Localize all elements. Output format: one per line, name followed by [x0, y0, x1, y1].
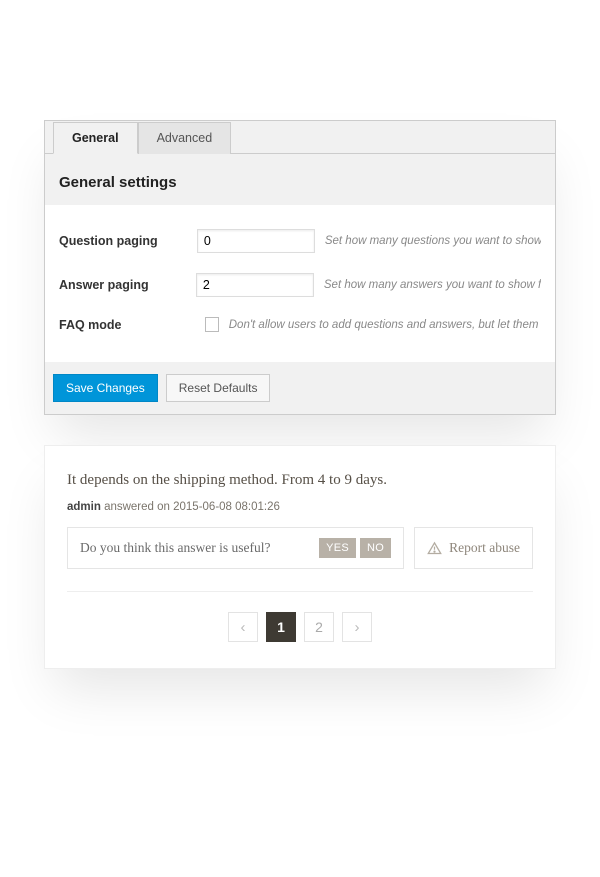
- tab-advanced[interactable]: Advanced: [138, 122, 232, 154]
- row-faq-mode: FAQ mode Don't allow users to add questi…: [59, 307, 541, 342]
- answer-timestamp: 2015-06-08 08:01:26: [173, 501, 280, 513]
- pager: ‹ 1 2 ›: [67, 612, 533, 642]
- save-button[interactable]: Save Changes: [53, 374, 158, 402]
- vote-yes-button[interactable]: YES: [319, 538, 356, 558]
- answer-card: It depends on the shipping method. From …: [44, 445, 556, 669]
- vote-no-button[interactable]: NO: [360, 538, 391, 558]
- answer-meta: admin answered on 2015-06-08 08:01:26: [67, 501, 533, 513]
- chevron-right-icon: ›: [355, 619, 360, 636]
- pager-page-1[interactable]: 1: [266, 612, 296, 642]
- pager-page-2[interactable]: 2: [304, 612, 334, 642]
- answer-author: admin: [67, 501, 101, 513]
- pager-prev[interactable]: ‹: [228, 612, 258, 642]
- label-faq-mode: FAQ mode: [59, 318, 195, 332]
- row-answer-paging: Answer paging Set how many answers you w…: [59, 263, 541, 307]
- input-question-paging[interactable]: [197, 229, 315, 253]
- input-answer-paging[interactable]: [196, 273, 314, 297]
- feedback-row: Do you think this answer is useful? YES …: [67, 527, 533, 569]
- report-label: Report abuse: [449, 540, 520, 556]
- feedback-question: Do you think this answer is useful?: [80, 540, 270, 556]
- label-question-paging: Question paging: [59, 234, 187, 248]
- reset-button[interactable]: Reset Defaults: [166, 374, 271, 402]
- hint-question-paging: Set how many questions you want to show …: [325, 235, 541, 247]
- settings-panel: General Advanced General settings Questi…: [44, 120, 556, 415]
- label-answer-paging: Answer paging: [59, 278, 186, 292]
- feedback-box: Do you think this answer is useful? YES …: [67, 527, 404, 569]
- row-question-paging: Question paging Set how many questions y…: [59, 219, 541, 263]
- divider: [67, 591, 533, 592]
- tab-general[interactable]: General: [53, 122, 138, 154]
- hint-answer-paging: Set how many answers you want to show fo…: [324, 279, 541, 291]
- section-title: General settings: [45, 154, 555, 205]
- warning-icon: [427, 541, 442, 556]
- checkbox-faq-mode[interactable]: [205, 317, 218, 332]
- settings-actions: Save Changes Reset Defaults: [45, 362, 555, 414]
- hint-faq-mode: Don't allow users to add questions and a…: [229, 319, 541, 331]
- settings-body: Question paging Set how many questions y…: [45, 205, 555, 362]
- answer-text: It depends on the shipping method. From …: [67, 472, 533, 489]
- pager-next[interactable]: ›: [342, 612, 372, 642]
- chevron-left-icon: ‹: [241, 619, 246, 636]
- settings-tabs: General Advanced: [45, 121, 555, 154]
- answer-meta-prefix: answered on: [101, 501, 173, 513]
- report-abuse-button[interactable]: Report abuse: [414, 527, 533, 569]
